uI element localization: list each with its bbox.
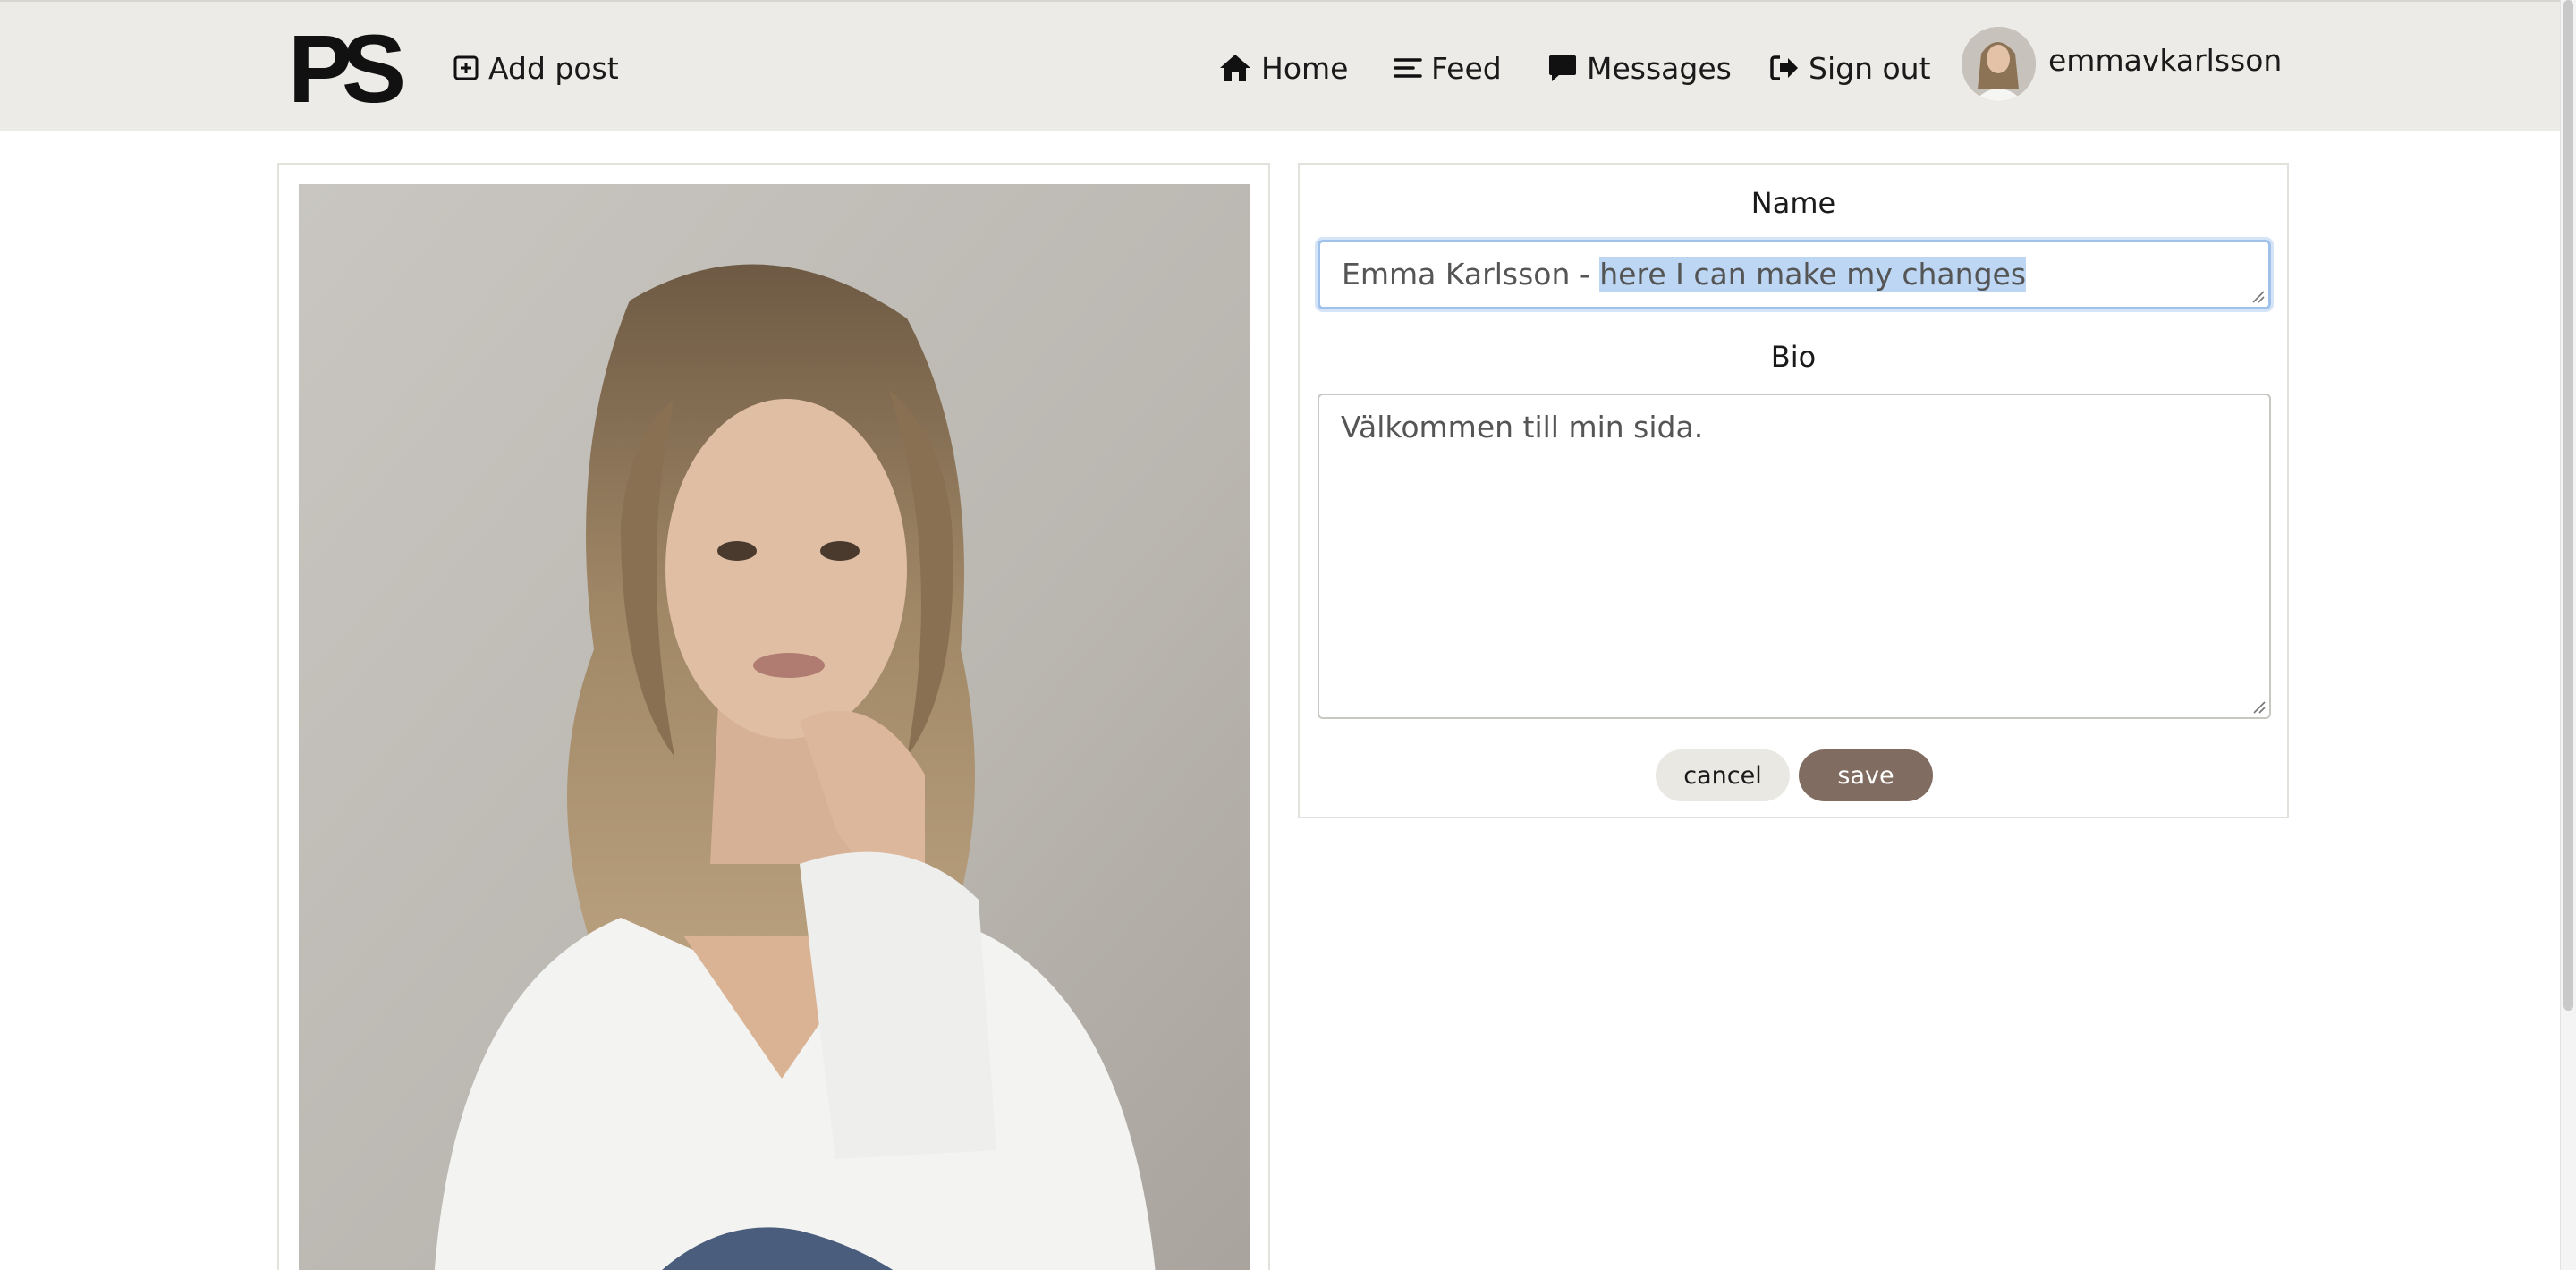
home-link[interactable]: Home [1218,47,1348,89]
cancel-button[interactable]: cancel [1656,749,1790,801]
messages-link[interactable]: Messages [1547,47,1732,89]
username-label[interactable]: emmavkarlsson [2048,43,2282,78]
avatar[interactable] [1962,27,2036,101]
feed-label: Feed [1431,50,1502,86]
plus-square-icon [453,55,479,80]
logo-text: PS [288,25,402,111]
resize-grip-icon[interactable] [2251,699,2266,714]
name-text: Emma Karlsson - [1342,257,1600,292]
save-button[interactable]: save [1799,749,1933,801]
sign-out-label: Sign out [1809,50,1931,86]
add-post-label: Add post [488,50,619,86]
home-label: Home [1261,50,1349,86]
messages-label: Messages [1587,50,1732,86]
bio-label: Bio [1770,340,1817,374]
bio-textarea[interactable]: Välkommen till min sida. [1318,394,2271,719]
edit-profile-card: Name Emma Karlsson - here I can make my … [1298,163,2289,818]
home-icon [1220,55,1250,81]
message-bubble-icon [1549,55,1576,81]
top-navbar: PS Add post Home Feed Messages Sign out [0,0,2576,131]
name-input[interactable]: Emma Karlsson - here I can make my chang… [1318,240,2271,309]
sign-out-link[interactable]: Sign out [1769,47,1931,89]
bio-text: Välkommen till min sida. [1341,410,1704,444]
profile-photo [299,184,1250,1270]
feed-lines-icon [1394,58,1422,78]
resize-grip-icon[interactable] [2250,289,2265,303]
name-label: Name [1750,186,1836,220]
ps-logo[interactable]: PS [288,25,402,111]
add-post-link[interactable]: Add post [453,47,619,89]
scrollbar-thumb[interactable] [2563,0,2573,1011]
sign-out-icon [1770,55,1798,80]
profile-photo-card [277,163,1270,1270]
name-selected-text: here I can make my changes [1599,257,2027,292]
feed-link[interactable]: Feed [1394,47,1502,89]
